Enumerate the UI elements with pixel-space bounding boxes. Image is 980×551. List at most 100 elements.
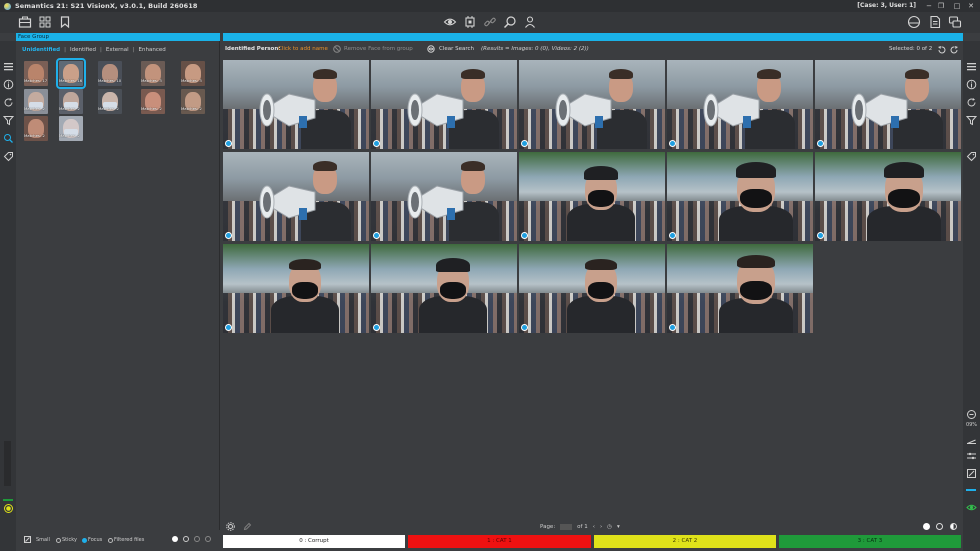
view-gear-icon[interactable] (205, 536, 211, 542)
video-badge-icon[interactable] (669, 324, 676, 331)
category-cat1-button[interactable]: 1 : CAT 1 (408, 535, 591, 548)
eye-icon[interactable] (443, 15, 457, 29)
media-thumbnail[interactable] (371, 244, 517, 333)
next-page-icon[interactable]: › (600, 524, 602, 530)
focus-option[interactable]: Focus (82, 537, 102, 543)
undo-icon[interactable] (937, 45, 946, 54)
grid-icon[interactable] (38, 15, 52, 29)
filter-icon[interactable] (966, 115, 977, 126)
close-icon[interactable]: ✕ (966, 1, 976, 11)
media-thumbnail[interactable] (519, 244, 665, 333)
ring-dot-icon[interactable] (936, 523, 943, 530)
maximize-icon[interactable]: □ (952, 1, 962, 11)
tab-identified[interactable]: Identified (70, 47, 96, 53)
hdd-icon[interactable] (907, 15, 921, 29)
page-history-icon[interactable]: ◷ (607, 524, 612, 530)
redo-icon[interactable] (950, 45, 959, 54)
face-group-item[interactable]: Matches: 10 (98, 61, 122, 86)
white-dot-icon[interactable] (923, 523, 930, 530)
tag-icon[interactable] (3, 151, 14, 162)
view-white-dot-icon[interactable] (172, 536, 178, 542)
video-badge-icon[interactable] (669, 140, 676, 147)
remove-face-button[interactable]: Remove Face from group (344, 46, 413, 52)
filter-icon[interactable] (3, 115, 14, 126)
tab-enhanced[interactable]: Enhanced (139, 47, 166, 53)
video-badge-icon[interactable] (373, 232, 380, 239)
focus-radio[interactable] (82, 537, 87, 543)
video-badge-icon[interactable] (373, 324, 380, 331)
clear-search-icon[interactable] (427, 45, 435, 53)
sticky-radio[interactable] (56, 537, 61, 543)
media-thumbnail[interactable] (223, 152, 369, 241)
face-group-item[interactable]: Matches: 16 (56, 58, 86, 89)
face-group-item[interactable]: Matches: 2 (98, 89, 122, 114)
face-group-item[interactable]: Matches: 2 (24, 116, 48, 141)
remove-face-icon[interactable] (333, 45, 341, 53)
refresh-icon[interactable] (3, 97, 14, 108)
list-view-icon[interactable] (966, 61, 977, 72)
thumbnail-size-icon[interactable] (24, 536, 31, 543)
brightness-slider-icon[interactable] (966, 434, 977, 445)
sticky-option[interactable]: Sticky (56, 537, 77, 543)
list-view-icon[interactable] (3, 61, 14, 72)
video-badge-icon[interactable] (373, 140, 380, 147)
info-icon[interactable] (966, 79, 977, 90)
face-search-icon[interactable] (503, 15, 517, 29)
half-dot-icon[interactable] (950, 523, 957, 530)
media-thumbnail[interactable] (223, 60, 369, 149)
video-badge-icon[interactable] (817, 140, 824, 147)
minimize-icon[interactable]: − (924, 1, 934, 11)
media-thumbnail[interactable] (371, 152, 517, 241)
tab-unidentified[interactable]: Unidentified (22, 47, 60, 53)
video-badge-icon[interactable] (225, 324, 232, 331)
bookmark-icon[interactable] (58, 15, 72, 29)
prev-page-icon[interactable]: ‹ (593, 524, 595, 530)
link-icon[interactable] (483, 15, 497, 29)
face-group-item[interactable]: Matches: 3 (141, 61, 165, 86)
chip-icon[interactable] (463, 15, 477, 29)
media-thumbnail[interactable] (667, 244, 813, 333)
expand-icon[interactable] (966, 468, 977, 479)
page-input[interactable] (560, 524, 573, 530)
restore-icon[interactable]: ❐ (936, 1, 946, 11)
info-icon[interactable] (3, 79, 14, 90)
media-thumbnail[interactable] (667, 152, 813, 241)
tag-icon[interactable] (966, 151, 977, 162)
chat-icon[interactable] (948, 15, 962, 29)
small-toggle[interactable]: Small (36, 537, 50, 543)
briefcase-icon[interactable] (18, 15, 32, 29)
settings-gear-icon[interactable] (226, 522, 235, 531)
adjust-icon[interactable] (966, 451, 977, 462)
document-icon[interactable] (928, 15, 942, 29)
media-thumbnail[interactable] (815, 60, 961, 149)
page-dropdown-icon[interactable]: ▾ (617, 524, 620, 530)
video-badge-icon[interactable] (669, 232, 676, 239)
tab-external[interactable]: External (106, 47, 129, 53)
face-group-item[interactable]: Matches: 2 (59, 116, 83, 141)
face-group-item[interactable]: Matches: 2 (181, 89, 205, 114)
visibility-eye-icon[interactable] (966, 502, 977, 513)
edit-icon[interactable] (243, 522, 252, 531)
view-ring-icon[interactable] (183, 536, 189, 542)
face-group-item[interactable]: Matches: 3 (181, 61, 205, 86)
face-group-item[interactable]: Matches: 2 (59, 89, 83, 114)
video-badge-icon[interactable] (521, 140, 528, 147)
video-badge-icon[interactable] (521, 324, 528, 331)
face-group-item[interactable]: Matches: 17 (24, 61, 48, 86)
media-thumbnail[interactable] (223, 244, 369, 333)
category-cat3-button[interactable]: 3 : CAT 3 (779, 535, 961, 548)
refresh-icon[interactable] (966, 97, 977, 108)
media-thumbnail[interactable] (371, 60, 517, 149)
media-thumbnail[interactable] (519, 60, 665, 149)
zoom-icon[interactable] (966, 409, 977, 420)
category-cat2-button[interactable]: 2 : CAT 2 (594, 535, 776, 548)
filtered-files-radio[interactable] (108, 537, 113, 543)
add-name-link[interactable]: Click to add name (278, 46, 328, 52)
media-thumbnail[interactable] (519, 152, 665, 241)
media-thumbnail[interactable] (815, 152, 961, 241)
face-group-item[interactable]: Matches: 2 (141, 89, 165, 114)
face-group-item[interactable]: Matches: 2 (24, 89, 48, 114)
left-rail-slider-track[interactable] (4, 441, 11, 486)
media-thumbnail[interactable] (667, 60, 813, 149)
filtered-files-option[interactable]: Filtered files (108, 537, 144, 543)
